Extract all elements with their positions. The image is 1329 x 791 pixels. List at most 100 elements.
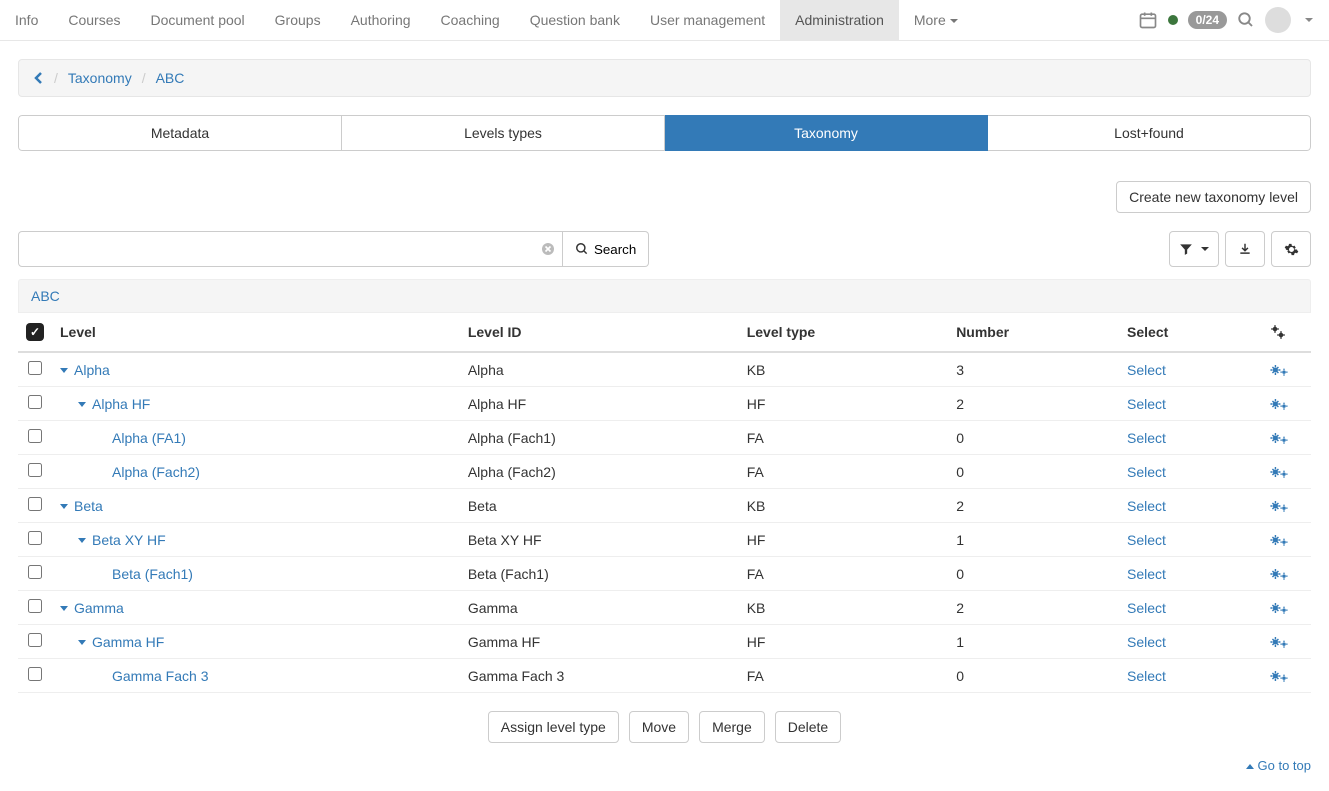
row-checkbox[interactable] [28,361,42,375]
select-link[interactable]: Select [1127,566,1166,582]
tab-lost-found[interactable]: Lost+found [988,115,1311,151]
taxonomy-table: ✓ Level Level ID Level type Number Selec… [18,313,1311,693]
nav-item-more[interactable]: More [899,0,973,40]
cell-number: 0 [948,659,1119,693]
row-actions-icon[interactable] [1269,600,1303,616]
select-link[interactable]: Select [1127,634,1166,650]
search-button[interactable]: Search [563,231,649,267]
level-link[interactable]: Alpha (FA1) [112,430,186,446]
col-level[interactable]: Level [52,313,460,352]
go-to-top-link[interactable]: Go to top [1246,758,1311,773]
nav-item-document-pool[interactable]: Document pool [136,0,260,40]
row-checkbox[interactable] [28,531,42,545]
settings-button[interactable] [1271,231,1311,267]
select-link[interactable]: Select [1127,362,1166,378]
nav-item-administration[interactable]: Administration [780,0,899,40]
nav-item-info[interactable]: Info [0,0,53,40]
row-actions-icon[interactable] [1269,668,1303,684]
level-link[interactable]: Gamma [74,600,124,616]
level-link[interactable]: Alpha (Fach2) [112,464,200,480]
breadcrumb-taxonomy[interactable]: Taxonomy [68,70,132,86]
row-checkbox[interactable] [28,429,42,443]
row-checkbox[interactable] [28,599,42,613]
merge-button[interactable]: Merge [699,711,765,743]
row-actions-icon[interactable] [1269,464,1303,480]
col-number[interactable]: Number [948,313,1119,352]
go-to-top-label: Go to top [1258,758,1311,773]
nav-item-courses[interactable]: Courses [53,0,135,40]
cell-level-type: HF [739,625,948,659]
row-actions-icon[interactable] [1269,362,1303,378]
level-link[interactable]: Alpha HF [92,396,150,412]
row-actions-icon[interactable] [1269,498,1303,514]
col-select[interactable]: Select [1119,313,1261,352]
expand-caret-icon[interactable] [78,640,86,645]
expand-caret-icon[interactable] [78,402,86,407]
select-all-checkbox[interactable]: ✓ [26,323,44,341]
delete-button[interactable]: Delete [775,711,841,743]
nav-item-user-management[interactable]: User management [635,0,780,40]
level-link[interactable]: Alpha [74,362,110,378]
row-actions-icon[interactable] [1269,566,1303,582]
cell-level-type: KB [739,489,948,523]
cell-level-type: FA [739,557,948,591]
expand-caret-icon[interactable] [60,368,68,373]
nav-item-authoring[interactable]: Authoring [336,0,426,40]
select-link[interactable]: Select [1127,668,1166,684]
col-level-type[interactable]: Level type [739,313,948,352]
breadcrumb-abc[interactable]: ABC [156,70,185,86]
select-link[interactable]: Select [1127,464,1166,480]
tab-metadata[interactable]: Metadata [18,115,342,151]
col-level-id[interactable]: Level ID [460,313,739,352]
assign-level-type-button[interactable]: Assign level type [488,711,619,743]
cell-level-id: Gamma HF [460,625,739,659]
avatar[interactable] [1265,7,1291,33]
user-menu-caret-icon[interactable] [1305,18,1313,22]
nav-item-question-bank[interactable]: Question bank [515,0,635,40]
calendar-icon[interactable] [1138,10,1158,30]
row-checkbox[interactable] [28,395,42,409]
select-link[interactable]: Select [1127,498,1166,514]
expand-caret-icon[interactable] [60,606,68,611]
tab-levels-types[interactable]: Levels types [342,115,665,151]
status-indicator-icon[interactable] [1168,15,1178,25]
select-link[interactable]: Select [1127,532,1166,548]
nav-item-coaching[interactable]: Coaching [426,0,515,40]
row-actions-icon[interactable] [1269,532,1303,548]
expand-caret-icon[interactable] [60,504,68,509]
notification-badge[interactable]: 0/24 [1188,11,1227,29]
create-taxonomy-level-button[interactable]: Create new taxonomy level [1116,181,1311,213]
level-link[interactable]: Gamma HF [92,634,164,650]
tab-taxonomy[interactable]: Taxonomy [665,115,988,151]
level-link[interactable]: Beta XY HF [92,532,166,548]
search-input[interactable] [18,231,563,267]
row-actions-icon[interactable] [1269,634,1303,650]
gears-icon [1269,323,1303,341]
move-button[interactable]: Move [629,711,689,743]
row-checkbox[interactable] [28,463,42,477]
search-button-label: Search [594,242,636,257]
row-checkbox[interactable] [28,633,42,647]
table-row: AlphaAlphaKB3Select [18,352,1311,387]
row-actions-icon[interactable] [1269,396,1303,412]
row-checkbox[interactable] [28,667,42,681]
level-link[interactable]: Beta (Fach1) [112,566,193,582]
row-checkbox[interactable] [28,565,42,579]
expand-caret-icon[interactable] [78,538,86,543]
nav-item-groups[interactable]: Groups [260,0,336,40]
clear-search-icon[interactable] [541,242,555,256]
cell-level-type: KB [739,591,948,625]
search-icon[interactable] [1237,11,1255,29]
select-link[interactable]: Select [1127,430,1166,446]
row-actions-icon[interactable] [1269,430,1303,446]
cell-level-id: Gamma Fach 3 [460,659,739,693]
select-link[interactable]: Select [1127,600,1166,616]
download-button[interactable] [1225,231,1265,267]
select-link[interactable]: Select [1127,396,1166,412]
filter-button[interactable] [1169,231,1219,267]
breadcrumb-back-icon[interactable] [34,71,44,85]
path-root-link[interactable]: ABC [31,288,60,304]
level-link[interactable]: Beta [74,498,103,514]
row-checkbox[interactable] [28,497,42,511]
level-link[interactable]: Gamma Fach 3 [112,668,208,684]
